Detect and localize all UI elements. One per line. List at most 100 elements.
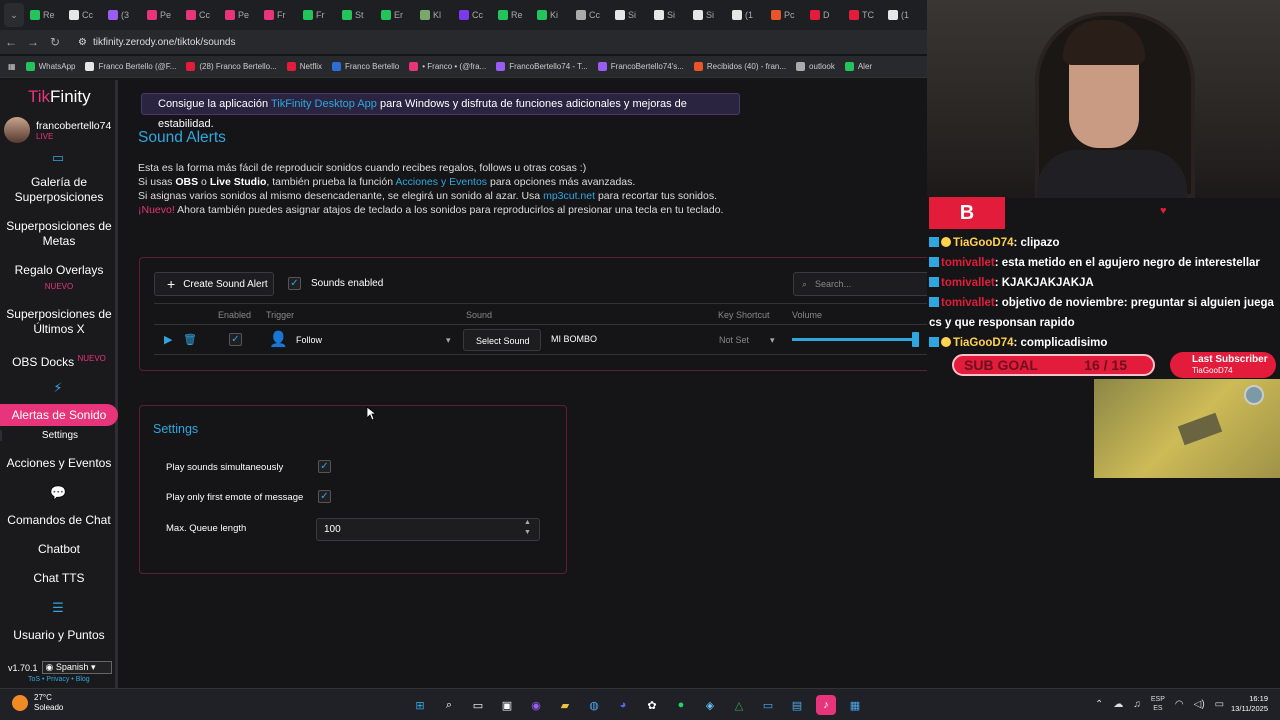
bookmark-item[interactable]: Recibidos (40) - fran...: [693, 62, 786, 71]
acciones-link[interactable]: Acciones y Eventos: [395, 176, 487, 188]
sidebar-item-obs-docks[interactable]: OBS Docks NUEVO: [0, 351, 118, 370]
remote-icon[interactable]: ▤: [787, 695, 807, 715]
browser-tab[interactable]: Si: [689, 3, 726, 27]
tab-list-button[interactable]: ⌄: [4, 3, 24, 27]
browser-tab[interactable]: TC: [845, 3, 882, 27]
chrome-icon[interactable]: ◍: [584, 695, 604, 715]
setting-simultaneous-checkbox[interactable]: ✓: [318, 460, 331, 473]
footer-links[interactable]: ToS • Privacy • Blog: [28, 676, 90, 683]
user-profile[interactable]: francobertello74 LIVE: [4, 117, 111, 143]
queue-length-input[interactable]: 100: [316, 518, 540, 541]
volume-icon[interactable]: ◁): [1194, 699, 1205, 710]
banner-link[interactable]: TikFinity Desktop App: [271, 98, 377, 110]
browser-tab[interactable]: Cc: [182, 3, 219, 27]
browser-tab[interactable]: (1: [728, 3, 765, 27]
url-text[interactable]: tikfinity.zerody.one/tiktok/sounds: [93, 37, 235, 48]
mp3cut-link[interactable]: mp3cut.net: [543, 190, 595, 202]
browser-tab[interactable]: Fr: [299, 3, 336, 27]
browser-tab[interactable]: Cc: [65, 3, 102, 27]
search-icon[interactable]: ⌕: [439, 695, 459, 715]
browser-tab[interactable]: Si: [650, 3, 687, 27]
bookmark-item[interactable]: Franco Bertello (@F...: [85, 62, 176, 71]
language-select[interactable]: ◉ Spanish ▾: [41, 661, 112, 674]
bookmark-item[interactable]: Aler: [844, 62, 872, 71]
input-language[interactable]: ESP ES: [1151, 695, 1165, 713]
browser-tab[interactable]: Kl: [416, 3, 453, 27]
url-field[interactable]: ⚙ tikfinity.zerody.one/tiktok/sounds: [78, 37, 235, 48]
volume-slider-handle[interactable]: [912, 332, 919, 347]
browser-tab[interactable]: Si: [611, 3, 648, 27]
search-input[interactable]: ⌕ Search...: [793, 272, 927, 296]
bookmark-item[interactable]: WhatsApp: [25, 62, 75, 71]
sidebar-item-comandos[interactable]: Comandos de Chat: [0, 513, 118, 528]
browser-tab[interactable]: (3: [104, 3, 141, 27]
apps-icon[interactable]: ▦: [8, 62, 16, 71]
sidebar-item-regalo[interactable]: Regalo Overlays NUEVO: [0, 263, 118, 294]
browser-tab[interactable]: Cc: [572, 3, 609, 27]
clock[interactable]: 16:19 13/11/2025: [1222, 694, 1268, 714]
bookmark-item[interactable]: • Franco • (@fra...: [409, 62, 486, 71]
start-icon[interactable]: ⊞: [410, 695, 430, 715]
sidebar-item-ultimos[interactable]: Superposiciones de Últimos X: [0, 307, 118, 337]
calculator-icon[interactable]: ▦: [845, 695, 865, 715]
key-dropdown-icon[interactable]: ▾: [770, 335, 775, 346]
sounds-enabled-toggle[interactable]: ✓ Sounds enabled: [288, 277, 383, 290]
row-enabled-checkbox[interactable]: ✓: [229, 333, 242, 346]
stepper-arrows-icon[interactable]: ▲ ▼: [524, 518, 531, 538]
sidebar-item-usuario[interactable]: Usuario y Puntos: [0, 628, 118, 643]
monitor-app-icon[interactable]: ▭: [758, 695, 778, 715]
play-icon[interactable]: ▶: [164, 333, 172, 346]
trigger-value[interactable]: Follow: [296, 335, 322, 345]
sounds-enabled-checkbox[interactable]: ✓: [288, 277, 301, 290]
task-view-icon[interactable]: ▭: [468, 695, 488, 715]
browser-tab[interactable]: Pe: [143, 3, 180, 27]
trigger-dropdown-icon[interactable]: ▾: [446, 335, 451, 346]
select-sound-button[interactable]: Select Sound: [463, 329, 541, 351]
browser-tab[interactable]: Ki: [533, 3, 570, 27]
reload-icon[interactable]: ↻: [44, 35, 66, 49]
bookmark-item[interactable]: outlook: [796, 62, 835, 71]
wifi-icon[interactable]: ◠: [1175, 699, 1184, 710]
drive-icon[interactable]: △: [729, 695, 749, 715]
chatgpt-icon[interactable]: ✿: [642, 695, 662, 715]
discord-icon[interactable]: ◕: [613, 695, 633, 715]
key-shortcut-value[interactable]: Not Set: [719, 335, 749, 345]
app-icon[interactable]: ◉: [526, 695, 546, 715]
weather-widget[interactable]: 27°C Soleado: [12, 693, 63, 713]
create-sound-alert-button[interactable]: + Create Sound Alert: [154, 272, 274, 296]
site-info-icon[interactable]: ⚙: [78, 37, 87, 48]
trash-icon[interactable]: 🗑: [183, 333, 197, 346]
sidebar-item-metas[interactable]: Superposiciones de Metas: [0, 219, 118, 249]
browser-tab[interactable]: Pc: [767, 3, 804, 27]
sidebar-item-acciones[interactable]: Acciones y Eventos: [0, 456, 118, 471]
tikfinity-logo[interactable]: TikFinity: [28, 87, 91, 107]
browser-tab[interactable]: Fr: [260, 3, 297, 27]
browser-tab[interactable]: Er: [377, 3, 414, 27]
sidebar-item-alertas[interactable]: Alertas de Sonido: [0, 404, 118, 426]
browser-tab[interactable]: Re: [26, 3, 63, 27]
bookmark-item[interactable]: FrancoBertello74's...: [597, 62, 684, 71]
bookmark-item[interactable]: (28) Franco Bertello...: [186, 62, 277, 71]
browser-tab[interactable]: St: [338, 3, 375, 27]
bookmark-item[interactable]: FrancoBertello74 - T...: [496, 62, 588, 71]
bookmark-item[interactable]: Franco Bertello: [332, 62, 399, 71]
chevron-up-icon[interactable]: ⌃: [1095, 699, 1103, 710]
browser-tab[interactable]: (1: [884, 3, 921, 27]
sidebar-item-galeria[interactable]: Galería de Superposiciones: [0, 175, 118, 205]
network-cloud-icon[interactable]: ☁: [1113, 699, 1123, 710]
sidebar-subitem-settings[interactable]: Settings: [0, 430, 118, 441]
setting-first-emote-checkbox[interactable]: ✓: [318, 490, 331, 503]
browser-tab[interactable]: Pe: [221, 3, 258, 27]
browser-tab[interactable]: Re: [494, 3, 531, 27]
sidebar-item-tts[interactable]: Chat TTS: [0, 571, 118, 586]
steam-icon[interactable]: ◈: [700, 695, 720, 715]
forward-icon[interactable]: →: [22, 35, 44, 49]
spotify-icon[interactable]: ●: [671, 695, 691, 715]
microphone-icon[interactable]: ♫: [1133, 699, 1141, 710]
volume-slider-track[interactable]: [792, 338, 917, 341]
browser-tab[interactable]: Cc: [455, 3, 492, 27]
store-icon[interactable]: ▣: [497, 695, 517, 715]
back-icon[interactable]: ←: [0, 35, 22, 49]
browser-tab[interactable]: D: [806, 3, 843, 27]
tiktok-icon[interactable]: ♪: [816, 695, 836, 715]
